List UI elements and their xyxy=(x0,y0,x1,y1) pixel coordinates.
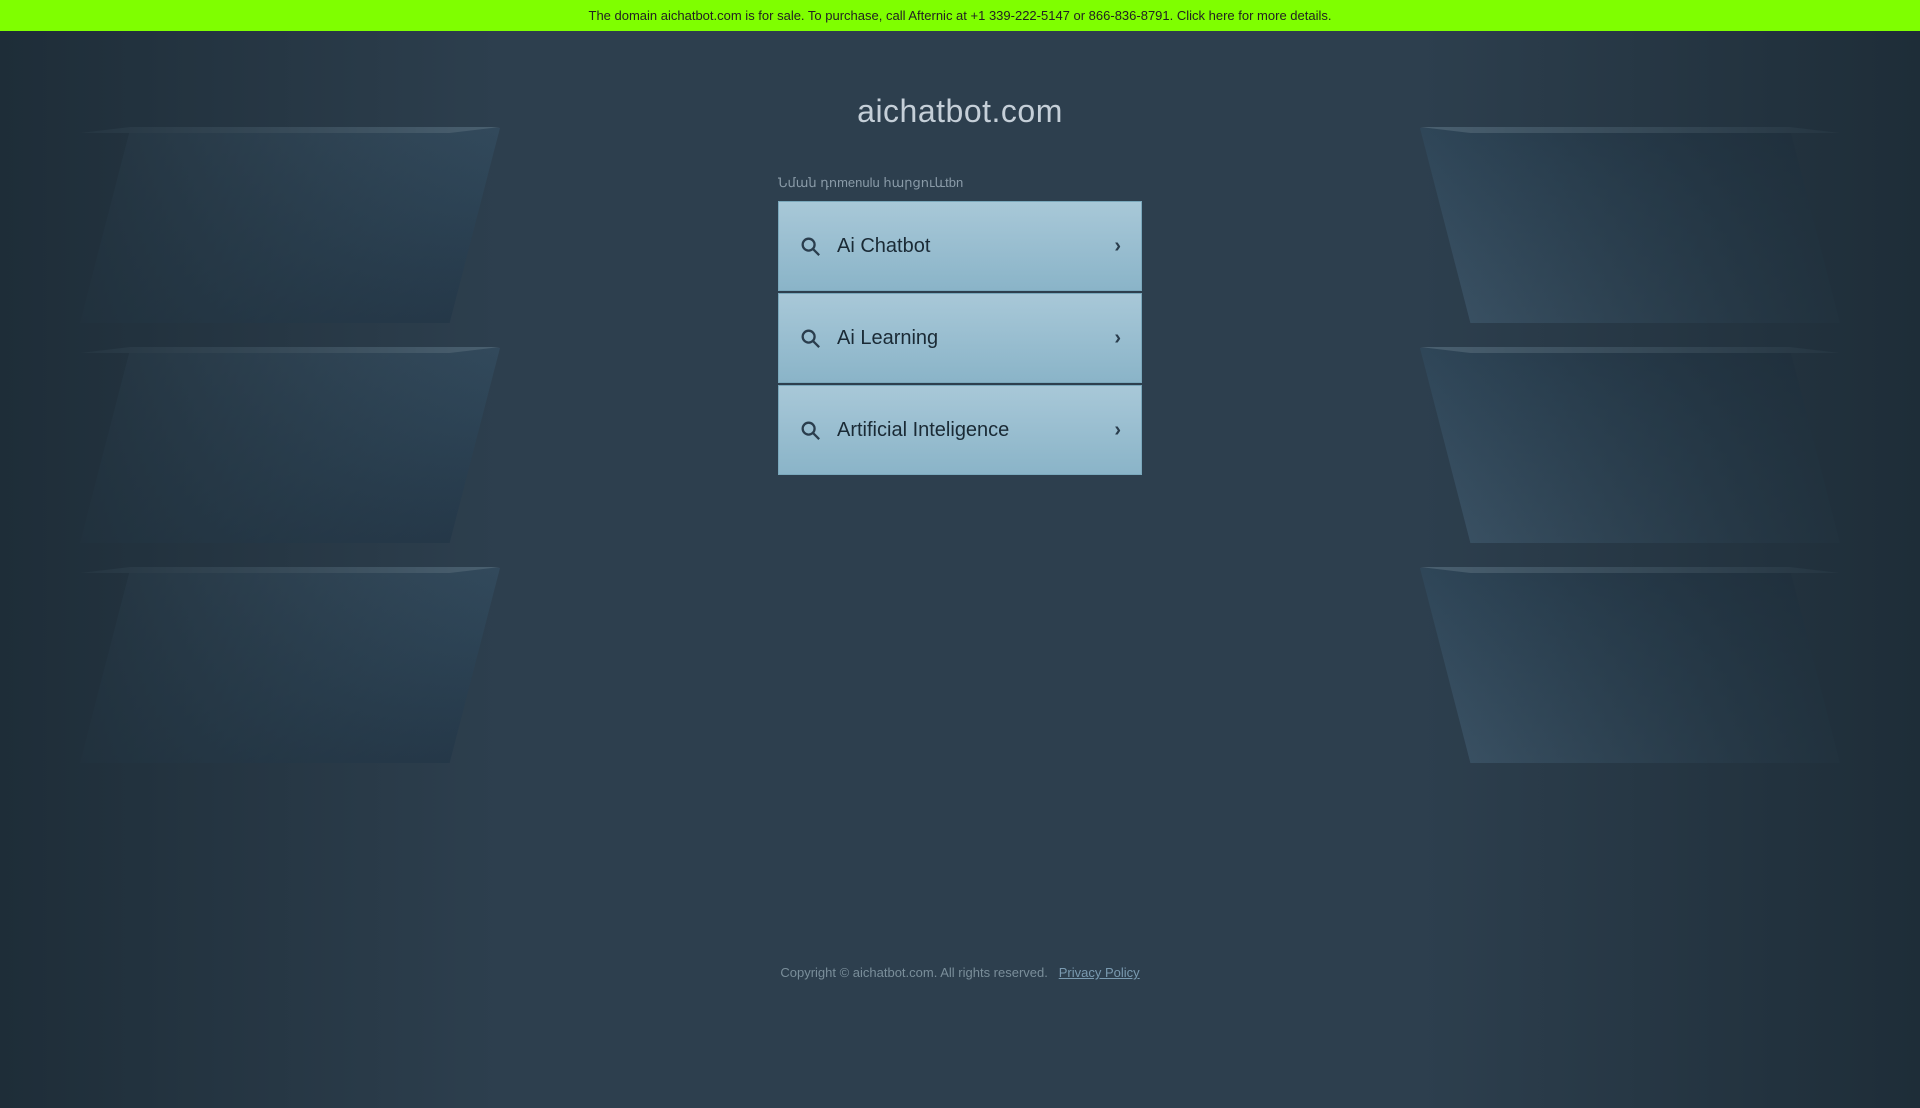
privacy-policy-link[interactable]: Privacy Policy xyxy=(1059,965,1140,980)
footer: Copyright © aichatbot.com. All rights re… xyxy=(0,965,1920,980)
chevron-right-icon-ai-learning: › xyxy=(1114,327,1121,350)
search-item-left-artificial-intelligence: Artificial Inteligence xyxy=(799,419,1009,442)
chevron-right-icon-artificial-intelligence: › xyxy=(1114,419,1121,442)
search-items-list: Ai Chatbot › Ai Learning › xyxy=(778,201,1142,477)
search-item-artificial-intelligence[interactable]: Artificial Inteligence › xyxy=(778,385,1142,475)
search-item-label-artificial-intelligence: Artificial Inteligence xyxy=(837,419,1009,442)
chevron-right-icon-ai-chatbot: › xyxy=(1114,235,1121,258)
search-icon-artificial-intelligence xyxy=(799,419,821,441)
search-icon xyxy=(799,419,821,441)
search-icon xyxy=(799,327,821,349)
search-item-ai-chatbot[interactable]: Ai Chatbot › xyxy=(778,201,1142,291)
search-item-label-ai-learning: Ai Learning xyxy=(837,327,938,350)
search-icon-ai-learning xyxy=(799,327,821,349)
main-content: aichatbot.com Նման դոmenulu հարցուևtbn A… xyxy=(0,28,1920,1080)
announcement-text: The domain aichatbot.com is for sale. To… xyxy=(589,8,1332,23)
search-item-left-ai-chatbot: Ai Chatbot xyxy=(799,235,930,258)
search-item-ai-learning[interactable]: Ai Learning › xyxy=(778,293,1142,383)
search-item-left-ai-learning: Ai Learning xyxy=(799,327,938,350)
section-label: Նման դոmenulu հարցուևtbn xyxy=(778,175,963,191)
search-icon xyxy=(799,235,821,257)
announcement-bar[interactable]: The domain aichatbot.com is for sale. To… xyxy=(0,0,1920,31)
site-title: aichatbot.com xyxy=(857,93,1063,130)
search-icon-ai-chatbot xyxy=(799,235,821,257)
search-item-label-ai-chatbot: Ai Chatbot xyxy=(837,235,930,258)
copyright-text: Copyright © aichatbot.com. All rights re… xyxy=(780,965,1048,980)
